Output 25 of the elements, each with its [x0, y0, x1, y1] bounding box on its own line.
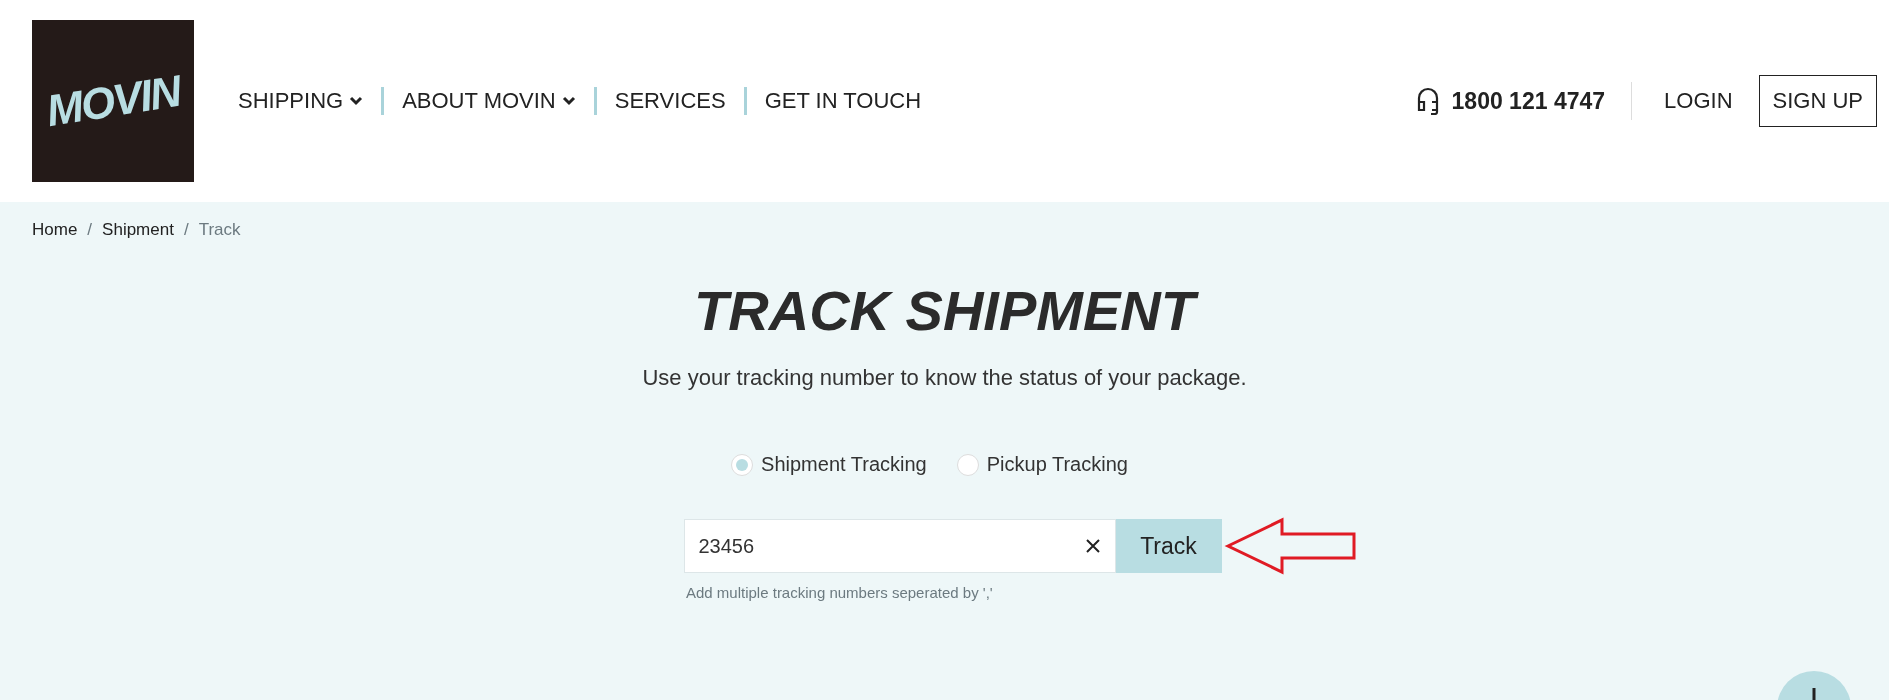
tracking-type-option[interactable]: Shipment Tracking: [731, 453, 927, 476]
logo[interactable]: MOVIN: [32, 20, 194, 182]
hint-text: Add multiple tracking numbers seperated by ',': [686, 584, 993, 601]
breadcrumb-separator: /: [87, 220, 93, 240]
tracking-number-field[interactable]: 23456: [683, 519, 1116, 573]
breadcrumb-link[interactable]: Track: [198, 220, 241, 240]
chevron-down-icon: [349, 96, 364, 106]
tracking-type-option[interactable]: Pickup Tracking: [956, 453, 1128, 476]
nav-link[interactable]: SERVICES: [596, 88, 744, 114]
phone-number: 1800 121 4747: [1451, 87, 1606, 115]
close-icon[interactable]: [1083, 537, 1102, 555]
headset-icon: [1415, 87, 1440, 115]
nav-link[interactable]: SHIPPING: [238, 88, 382, 114]
login-link[interactable]: LOGIN: [1658, 87, 1739, 115]
subtitle: Use your tracking number to know the status of your package.: [642, 365, 1247, 391]
nav-link[interactable]: GET IN TOUCH: [746, 88, 940, 114]
track-button[interactable]: Track: [1115, 519, 1222, 573]
breadcrumb-link[interactable]: Shipment: [102, 220, 174, 240]
signup-button[interactable]: SIGN UP: [1758, 75, 1877, 127]
radio-button[interactable]: [956, 453, 979, 476]
nav-link[interactable]: ABOUT MOVIN: [384, 88, 594, 114]
breadcrumb-separator: /: [183, 220, 189, 240]
radio-button[interactable]: [731, 453, 754, 476]
chevron-down-icon: [561, 96, 576, 106]
breadcrumb-link[interactable]: Home: [32, 220, 78, 240]
